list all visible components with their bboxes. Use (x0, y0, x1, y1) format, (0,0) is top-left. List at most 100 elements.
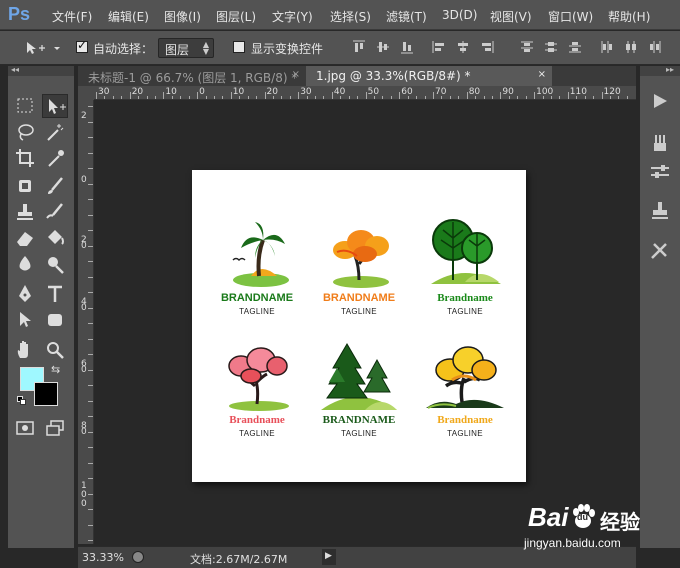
blur-tool[interactable] (12, 252, 38, 276)
ruler-minor-tick (188, 96, 190, 99)
align-left-icon[interactable] (432, 40, 446, 54)
menu-view[interactable]: 视图(V) (490, 8, 532, 25)
brand-name: Brandname (229, 414, 285, 426)
ruler-minor-tick (382, 96, 384, 99)
auto-select-checkbox[interactable] (76, 38, 88, 53)
align-right-icon[interactable] (480, 40, 494, 54)
brush-presets-icon[interactable] (648, 132, 672, 154)
ruler-tick (298, 92, 300, 99)
default-colors-icon[interactable] (17, 396, 26, 405)
crop-tool[interactable] (12, 146, 38, 170)
tagline: TAGLINE (239, 307, 275, 316)
toolbox-collapse-handle[interactable]: ◂◂ (8, 65, 74, 76)
close-icon[interactable]: × (292, 69, 300, 80)
ruler-minor-tick (618, 96, 620, 99)
hand-tool[interactable] (12, 338, 38, 362)
ruler-tick (534, 92, 536, 99)
ruler-tick (88, 152, 93, 154)
menu-type[interactable]: 文字(Y) (272, 8, 313, 25)
ruler-tick (88, 245, 93, 247)
ruler-origin[interactable] (78, 86, 94, 100)
ruler-minor-tick (475, 96, 477, 99)
menu-bar: Ps 文件(F) 编辑(E) 图像(I) 图层(L) 文字(Y) 选择(S) 滤… (0, 0, 680, 30)
status-options-icon[interactable] (132, 551, 144, 563)
menu-image[interactable]: 图像(I) (164, 8, 201, 25)
tab-untitled-1[interactable]: 未标题-1 @ 66.7% (图层 1, RGB/8) * × (78, 66, 306, 86)
menu-edit[interactable]: 编辑(E) (108, 8, 149, 25)
play-action-icon[interactable] (648, 90, 672, 112)
align-top-icon[interactable] (352, 40, 366, 54)
dock-collapse-handle[interactable]: ▸▸ (640, 65, 680, 76)
menu-filter[interactable]: 滤镜(T) (386, 8, 427, 25)
tagline: TAGLINE (341, 429, 377, 438)
menu-3d[interactable]: 3D(D) (442, 8, 477, 22)
document-canvas[interactable]: BRANDNAME TAGLINE BRANDNAME TAGLINE Bran… (192, 170, 526, 482)
distribute-bottom-icon[interactable] (568, 40, 582, 54)
distribute-hcenter-icon[interactable] (624, 40, 638, 54)
distribute-left-icon[interactable] (600, 40, 614, 54)
distribute-vcenter-icon[interactable] (544, 40, 558, 54)
spot-healing-tool[interactable] (12, 174, 38, 198)
tagline: TAGLINE (447, 307, 483, 316)
menu-window[interactable]: 窗口(W) (548, 8, 593, 25)
history-brush-tool[interactable] (42, 200, 68, 224)
align-bottom-icon[interactable] (400, 40, 414, 54)
ruler-minor-tick (390, 96, 392, 99)
pen-tool[interactable] (12, 282, 38, 306)
ruler-label: 0 (81, 427, 87, 437)
type-tool[interactable] (42, 282, 68, 306)
move-tool[interactable] (42, 94, 68, 118)
ruler-minor-tick (281, 96, 283, 99)
close-icon[interactable]: × (538, 69, 546, 80)
zoom-tool[interactable] (42, 338, 68, 362)
distribute-right-icon[interactable] (648, 40, 662, 54)
clone-source-icon[interactable] (648, 200, 672, 222)
eraser-tool[interactable] (12, 226, 38, 250)
brush-tool[interactable] (42, 174, 68, 198)
marquee-tool[interactable] (12, 94, 38, 118)
status-menu-arrow-icon[interactable]: ▶ (322, 549, 336, 565)
document-size: 文档:2.67M/2.67M (190, 553, 288, 566)
menu-layer[interactable]: 图层(L) (216, 8, 256, 25)
show-transform-checkbox[interactable] (233, 41, 245, 53)
tab-1-jpg[interactable]: 1.jpg @ 33.3%(RGB/8#) * × (306, 66, 552, 86)
ruler-minor-tick (458, 96, 460, 99)
dodge-tool[interactable] (42, 252, 68, 276)
adjustments-icon[interactable] (648, 160, 672, 182)
ruler-minor-tick (340, 96, 342, 99)
background-color-swatch[interactable] (34, 382, 58, 406)
magic-wand-tool[interactable] (42, 120, 68, 144)
tool-presets-icon[interactable] (648, 240, 672, 262)
logo-green-trees-brandname: Brandname TAGLINE (410, 218, 520, 348)
swap-colors-icon[interactable]: ⇆ (51, 363, 60, 376)
tools-panel: ◂◂ ⇆ (8, 65, 74, 548)
menu-file[interactable]: 文件(F) (52, 8, 92, 25)
screen-mode-icon[interactable] (42, 416, 68, 440)
menu-select[interactable]: 选择(S) (330, 8, 371, 25)
ruler-tick (88, 230, 93, 231)
ruler-tick (230, 92, 232, 99)
lasso-tool[interactable] (12, 120, 38, 144)
quick-mask-icon[interactable] (12, 416, 38, 440)
ruler-minor-tick (222, 96, 224, 99)
zoom-level[interactable]: 33.33% (82, 551, 124, 564)
dropdown-arrows-icon: ▲ ▼ (202, 40, 209, 56)
eyedropper-tool[interactable] (42, 146, 68, 170)
ruler-tick (129, 92, 131, 99)
horizontal-ruler[interactable]: 30 20 10 0 10 20 30 40 50 60 70 80 90 100 110 120 (94, 86, 636, 100)
align-hcenter-icon[interactable] (456, 40, 470, 54)
ruler-label: 2 (81, 111, 87, 121)
menu-help[interactable]: 帮助(H) (608, 8, 650, 25)
align-vcenter-icon[interactable] (376, 40, 390, 54)
auto-select-dropdown[interactable]: 图层 ▲ ▼ (158, 38, 214, 58)
ruler-minor-tick (272, 96, 274, 99)
move-tool-preset-icon[interactable] (24, 40, 64, 56)
path-selection-tool[interactable] (12, 308, 38, 332)
shape-tool[interactable] (42, 308, 68, 332)
distribute-top-icon[interactable] (520, 40, 534, 54)
orange-tree-icon (333, 230, 389, 288)
ruler-label: 1 0 0 (81, 481, 87, 509)
vertical-ruler[interactable]: 20204060801 0 0 (78, 100, 94, 544)
clone-stamp-tool[interactable] (12, 200, 38, 224)
paint-bucket-tool[interactable] (42, 226, 68, 250)
